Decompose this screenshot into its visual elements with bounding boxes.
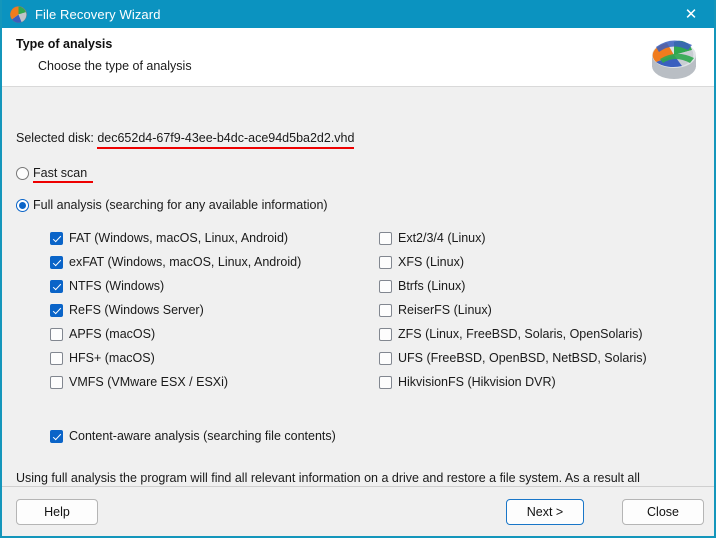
wizard-header: Type of analysis Choose the type of anal…	[2, 28, 714, 87]
checkbox-label: Ext2/3/4 (Linux)	[398, 231, 486, 245]
checkbox-label: UFS (FreeBSD, OpenBSD, NetBSD, Solaris)	[398, 351, 647, 365]
radio-fast-scan-label: Fast scan	[33, 166, 94, 183]
checkbox-label: exFAT (Windows, macOS, Linux, Android)	[69, 255, 302, 269]
help-button[interactable]: Help	[16, 499, 98, 525]
checkbox-label: APFS (macOS)	[69, 327, 156, 341]
checkbox-row-zfs[interactable]: ZFS (Linux, FreeBSD, Solaris, OpenSolari…	[379, 322, 647, 346]
checkbox-label: VMFS (VMware ESX / ESXi)	[69, 375, 229, 389]
wizard-body: Selected disk: dec652d4-67f9-43ee-b4dc-a…	[2, 87, 714, 536]
checkbox-unchecked-icon[interactable]	[379, 327, 392, 341]
radio-full-analysis-label: Full analysis (searching for any availab…	[33, 198, 328, 212]
recovery-disk-logo-icon	[646, 33, 702, 83]
checkbox-row-btrfs[interactable]: Btrfs (Linux)	[379, 274, 647, 298]
radio-fast-scan[interactable]: Fast scan	[16, 166, 94, 183]
checkbox-row-hikvisionfs[interactable]: HikvisionFS (Hikvision DVR)	[379, 370, 647, 394]
checkbox-row-refs[interactable]: ReFS (Windows Server)	[50, 298, 301, 322]
checkbox-unchecked-icon[interactable]	[379, 375, 392, 389]
checkbox-row-content-aware-analysis[interactable]: Content-aware analysis (searching file c…	[50, 424, 336, 448]
checkbox-unchecked-icon[interactable]	[379, 351, 392, 365]
checkbox-unchecked-icon[interactable]	[379, 279, 392, 293]
file-recovery-wizard-window: File Recovery Wizard ✕ Type of analysis …	[0, 0, 716, 538]
checkbox-row-hfsplus[interactable]: HFS+ (macOS)	[50, 346, 301, 370]
checkbox-row-reiserfs[interactable]: ReiserFS (Linux)	[379, 298, 647, 322]
checkbox-label: NTFS (Windows)	[69, 279, 165, 293]
window-title: File Recovery Wizard	[35, 6, 161, 22]
close-icon[interactable]: ✕	[668, 0, 714, 28]
checkbox-row-xfs[interactable]: XFS (Linux)	[379, 250, 647, 274]
radio-selected-icon[interactable]	[16, 198, 29, 212]
selected-disk-name: dec652d4-67f9-43ee-b4dc-ace94d5ba2d2.vhd	[97, 131, 355, 149]
checkbox-row-vmfs[interactable]: VMFS (VMware ESX / ESXi)	[50, 370, 301, 394]
checkbox-label: Content-aware analysis (searching file c…	[69, 429, 336, 443]
checkbox-label: XFS (Linux)	[398, 255, 464, 269]
checkbox-unchecked-icon[interactable]	[50, 351, 63, 365]
disk-pie-icon	[10, 5, 27, 23]
title-bar: File Recovery Wizard ✕	[2, 0, 714, 28]
checkbox-unchecked-icon[interactable]	[379, 303, 392, 317]
next-button[interactable]: Next >	[506, 499, 584, 525]
selected-disk-row: Selected disk: dec652d4-67f9-43ee-b4dc-a…	[16, 131, 355, 149]
checkbox-label: ReFS (Windows Server)	[69, 303, 204, 317]
checkbox-unchecked-icon[interactable]	[379, 231, 392, 245]
checkbox-row-fat[interactable]: FAT (Windows, macOS, Linux, Android)	[50, 226, 301, 250]
checkbox-label: Btrfs (Linux)	[398, 279, 466, 293]
checkbox-unchecked-icon[interactable]	[379, 255, 392, 269]
filesystem-list-right: Ext2/3/4 (Linux) XFS (Linux) Btrfs (Linu…	[379, 226, 647, 394]
page-title: Type of analysis	[16, 37, 113, 51]
checkbox-label: ZFS (Linux, FreeBSD, Solaris, OpenSolari…	[398, 327, 643, 341]
checkbox-unchecked-icon[interactable]	[50, 327, 63, 341]
radio-full-analysis[interactable]: Full analysis (searching for any availab…	[16, 198, 328, 212]
checkbox-checked-icon[interactable]	[50, 231, 63, 245]
checkbox-row-ufs[interactable]: UFS (FreeBSD, OpenBSD, NetBSD, Solaris)	[379, 346, 647, 370]
checkbox-row-apfs[interactable]: APFS (macOS)	[50, 322, 301, 346]
checkbox-row-exfat[interactable]: exFAT (Windows, macOS, Linux, Android)	[50, 250, 301, 274]
checkbox-checked-icon[interactable]	[50, 303, 63, 317]
filesystem-list-left: FAT (Windows, macOS, Linux, Android) exF…	[50, 226, 301, 394]
checkbox-label: ReiserFS (Linux)	[398, 303, 492, 317]
selected-disk-label: Selected disk:	[16, 131, 94, 145]
checkbox-label: FAT (Windows, macOS, Linux, Android)	[69, 231, 289, 245]
radio-unselected-icon[interactable]	[16, 166, 29, 180]
checkbox-label: HikvisionFS (Hikvision DVR)	[398, 375, 556, 389]
footer-button-bar: Help Next > Close	[2, 486, 714, 536]
checkbox-checked-icon[interactable]	[50, 279, 63, 293]
page-subtitle: Choose the type of analysis	[38, 59, 192, 73]
checkbox-row-ntfs[interactable]: NTFS (Windows)	[50, 274, 301, 298]
checkbox-checked-icon[interactable]	[50, 429, 63, 443]
checkbox-unchecked-icon[interactable]	[50, 375, 63, 389]
checkbox-label: HFS+ (macOS)	[69, 351, 155, 365]
checkbox-row-ext234[interactable]: Ext2/3/4 (Linux)	[379, 226, 647, 250]
checkbox-checked-icon[interactable]	[50, 255, 63, 269]
close-button[interactable]: Close	[622, 499, 704, 525]
